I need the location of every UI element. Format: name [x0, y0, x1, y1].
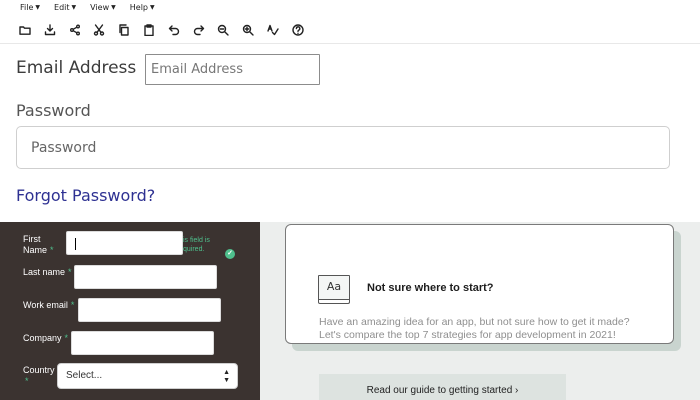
first-name-input[interactable]: ✓ — [66, 231, 235, 259]
menu-file[interactable]: File ▼ — [20, 3, 40, 15]
menu-view[interactable]: View ▼ — [90, 3, 116, 15]
menu-help[interactable]: Help ▼ — [130, 3, 155, 15]
company-label: Company * — [23, 333, 69, 343]
password-input[interactable] — [16, 126, 670, 169]
open-folder-icon[interactable] — [18, 22, 43, 38]
last-name-label: Last name * — [23, 267, 72, 277]
chevron-down-icon: ▼ — [111, 4, 116, 11]
password-label: Password — [16, 101, 91, 120]
company-input[interactable] — [71, 331, 214, 355]
text-cursor — [75, 238, 76, 250]
chevron-down-icon: ▼ — [150, 4, 155, 11]
required-mark: * — [50, 245, 54, 255]
zoom-out-icon[interactable] — [216, 22, 241, 38]
chevron-down-icon: ▼ — [71, 4, 77, 11]
country-label: Country * — [23, 365, 55, 386]
work-email-input[interactable] — [78, 298, 221, 322]
redo-icon[interactable] — [192, 22, 217, 38]
country-select[interactable]: Select... ▲ ▼ — [57, 363, 238, 389]
copy-icon[interactable] — [117, 22, 142, 38]
first-name-label: First Name * — [23, 234, 54, 255]
forgot-password-link[interactable]: Forgot Password? — [16, 186, 155, 205]
undo-icon[interactable] — [167, 22, 192, 38]
read-guide-button[interactable]: Read our guide to getting started › — [319, 374, 566, 400]
share-icon[interactable] — [68, 22, 93, 38]
menu-edit[interactable]: Edit ▼ — [54, 3, 76, 15]
signup-form-panel: First Name * ✓ is field is quired. Last n… — [0, 222, 260, 400]
toolbar — [18, 22, 316, 38]
work-email-label: Work email * — [23, 300, 75, 310]
email-label: Email Address — [16, 58, 137, 78]
chevron-down-icon: ▼ — [35, 4, 41, 11]
required-mark: * — [70, 300, 75, 310]
zoom-in-icon[interactable] — [241, 22, 266, 38]
paste-icon[interactable] — [142, 22, 167, 38]
menu-list: File ▼ Edit ▼ View ▼ Help ▼ — [20, 3, 155, 15]
field-error-message: is field is quired. — [183, 237, 210, 253]
select-arrows-icon: ▲ ▼ — [223, 369, 230, 384]
email-input[interactable] — [145, 54, 320, 85]
cut-icon[interactable] — [92, 22, 117, 38]
menu-toolbar: File ▼ Edit ▼ View ▼ Help ▼ — [0, 0, 700, 44]
spellcheck-icon[interactable] — [266, 22, 291, 38]
guide-card: Aa Not sure where to start? Have an amaz… — [285, 224, 674, 344]
required-mark: * — [25, 376, 29, 386]
help-icon[interactable] — [291, 22, 316, 38]
last-name-input[interactable] — [74, 265, 217, 289]
card-title: Not sure where to start? — [367, 282, 494, 294]
required-mark: * — [64, 333, 69, 343]
download-icon[interactable] — [43, 22, 68, 38]
card-body-text: Have an amazing idea for an app, but not… — [319, 316, 630, 341]
required-mark: * — [68, 267, 72, 277]
book-icon: Aa — [318, 275, 352, 305]
